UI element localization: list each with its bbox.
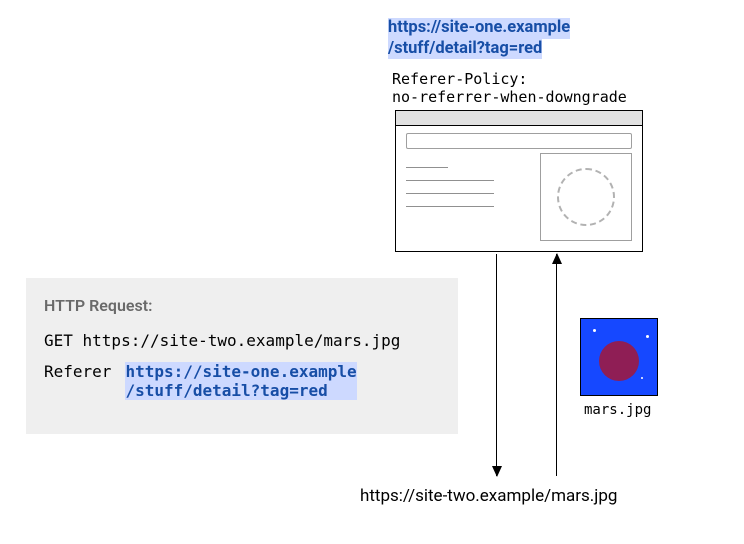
page-image-placeholder: [540, 153, 632, 241]
request-arrow-down-icon: [496, 254, 497, 476]
http-request-get-line: GET https://site-two.example/mars.jpg: [44, 331, 440, 350]
browser-body: [406, 153, 632, 241]
http-request-title: HTTP Request:: [44, 296, 440, 315]
source-url: https://site-one.example /stuff/detail?t…: [388, 18, 570, 59]
browser-titlebar: [396, 111, 642, 126]
referer-label: Referer: [44, 362, 111, 381]
destination-url: https://site-two.example/mars.jpg: [360, 486, 617, 506]
mars-caption: mars.jpg: [584, 402, 651, 418]
referer-value-line2: /stuff/detail?tag=red: [125, 381, 356, 400]
source-url-line1: https://site-one.example: [388, 18, 570, 39]
policy-value: no-referrer-when-downgrade: [392, 88, 627, 106]
referer-value-line1: https://site-one.example: [125, 362, 356, 381]
mars-image-icon: [580, 318, 658, 396]
referer-policy-label: Referer-Policy: no-referrer-when-downgra…: [392, 70, 627, 106]
response-arrow-up-icon: [556, 254, 557, 476]
policy-header: Referer-Policy:: [392, 70, 527, 88]
http-request-referer: Referer https://site-one.example /stuff/…: [44, 362, 440, 400]
http-request-box: HTTP Request: GET https://site-two.examp…: [26, 278, 458, 434]
source-url-line2: /stuff/detail?tag=red: [388, 39, 542, 60]
page-text-lines: [406, 167, 502, 219]
browser-address-bar: [406, 133, 632, 149]
browser-window: [395, 110, 643, 252]
loading-ring-icon: [557, 168, 615, 226]
